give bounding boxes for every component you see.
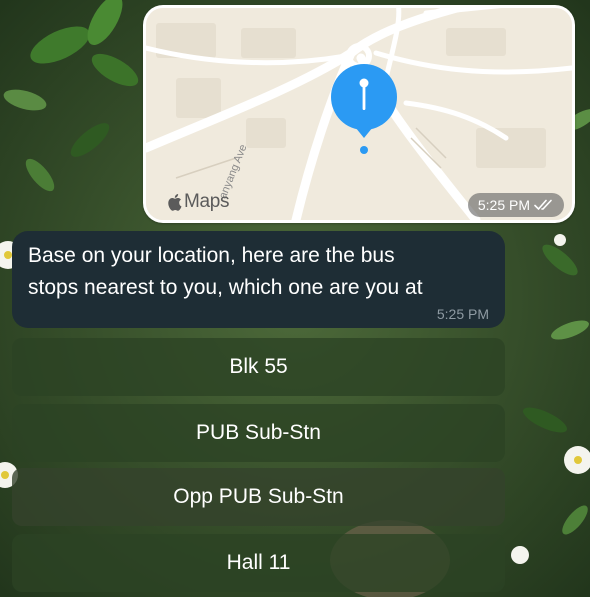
chat-screen: anyang Ave Maps 5:25 PM Base on your loc…	[0, 0, 590, 597]
bot-message-bubble: Base on your location, here are the bus …	[12, 231, 505, 328]
reply-button-opp-pub-sub-stn[interactable]: Opp PUB Sub-Stn	[12, 468, 505, 526]
map-preview[interactable]: anyang Ave Maps 5:25 PM	[146, 8, 572, 220]
bot-message-time: 5:25 PM	[436, 306, 489, 322]
maps-brand-text: Maps	[184, 191, 230, 212]
reply-button-label: Blk 55	[229, 355, 288, 378]
reply-button-label: Hall 11	[226, 551, 291, 574]
map-message-time: 5:25 PM	[477, 197, 530, 213]
location-message-bubble[interactable]: anyang Ave Maps 5:25 PM	[143, 5, 575, 223]
reply-button-pub-sub-stn[interactable]: PUB Sub-Stn	[12, 404, 505, 462]
reply-button-label: Opp PUB Sub-Stn	[173, 485, 344, 508]
apple-icon	[168, 194, 182, 211]
location-pin-icon[interactable]	[329, 64, 399, 154]
bot-message-line-2: stops nearest to you, which one are you …	[28, 276, 423, 299]
bot-message-text: Base on your location, here are the bus …	[28, 240, 489, 304]
apple-maps-logo: Maps	[167, 191, 230, 213]
map-message-timestamp: 5:25 PM	[467, 193, 564, 217]
double-check-icon	[534, 199, 552, 211]
reply-button-label: PUB Sub-Stn	[196, 421, 321, 444]
bot-message-line-1: Base on your location, here are the bus	[28, 244, 395, 267]
reply-button-hall-11[interactable]: Hall 11	[12, 534, 505, 592]
reply-button-blk-55[interactable]: Blk 55	[12, 338, 505, 396]
